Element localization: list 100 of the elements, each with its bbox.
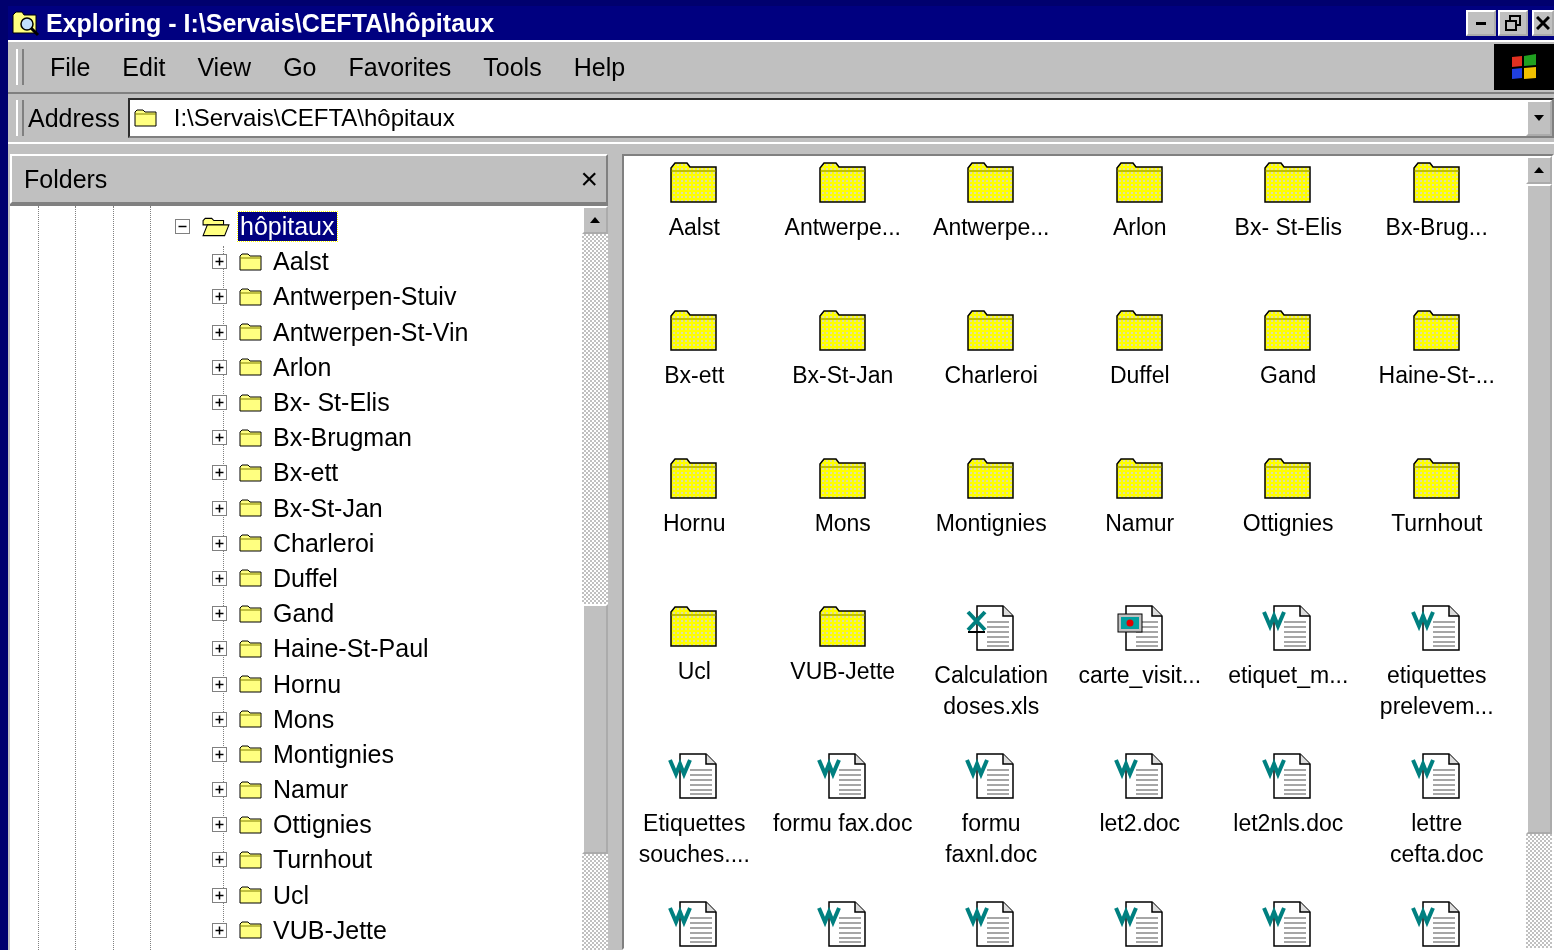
tree-item[interactable]: Hornu <box>271 669 344 699</box>
folder-item[interactable]: Bx- St-Elis <box>1214 160 1363 308</box>
folder-icon <box>239 427 263 448</box>
restore-button[interactable] <box>1498 10 1528 36</box>
tree-item[interactable]: Namur <box>271 775 350 805</box>
folder-item[interactable]: Namur <box>1065 456 1214 604</box>
expand-toggle[interactable] <box>212 641 227 657</box>
expand-toggle[interactable] <box>212 711 227 727</box>
tree-item[interactable]: Gand <box>271 599 337 629</box>
pane-title: Folders <box>24 164 108 194</box>
expand-toggle[interactable] <box>212 570 227 586</box>
expand-toggle[interactable] <box>212 500 227 516</box>
tree-item[interactable]: Ucl <box>271 880 312 910</box>
folder-item[interactable]: Mons <box>768 456 917 604</box>
folder-item[interactable]: Gand <box>1214 308 1363 456</box>
tree-item[interactable]: Haine-St-Paul <box>271 634 431 664</box>
document-item[interactable]: Etiquettes souches.... <box>624 752 769 900</box>
scroll-up-button[interactable] <box>1526 156 1552 184</box>
expand-toggle[interactable] <box>212 922 227 938</box>
document-item[interactable]: let2.doc <box>1065 752 1214 900</box>
menu-item[interactable]: Tools <box>473 52 552 82</box>
document-item[interactable]: formu fax.doc <box>768 752 917 900</box>
tree-item[interactable]: Ottignies <box>271 810 374 840</box>
folder-item[interactable]: VUB-Jette <box>768 604 917 752</box>
toolbar-grip[interactable] <box>16 49 24 85</box>
folder-icon <box>239 533 263 554</box>
folder-item[interactable]: Bx-St-Jan <box>768 308 917 456</box>
expand-toggle[interactable] <box>212 324 227 340</box>
tree-item[interactable]: VUB-Jette <box>271 915 389 945</box>
document-item[interactable]: lettre cefta.doc <box>1362 752 1511 900</box>
word-document-icon <box>1113 752 1166 800</box>
expand-toggle[interactable] <box>212 254 227 270</box>
scroll-thumb[interactable] <box>582 604 608 854</box>
collapse-toggle[interactable] <box>175 219 190 235</box>
expand-toggle[interactable] <box>212 465 227 481</box>
tree-item[interactable]: Bx-Brugman <box>271 423 414 453</box>
tree-item[interactable]: Duffel <box>271 563 340 593</box>
menu-item[interactable]: File <box>40 52 101 82</box>
folder-item[interactable]: Arlon <box>1065 160 1214 308</box>
document-item[interactable]: formu faxnl.doc <box>917 752 1066 900</box>
folder-item[interactable]: Antwerpe... <box>917 160 1066 308</box>
folder-item[interactable]: Aalst <box>624 160 769 308</box>
expand-toggle[interactable] <box>212 606 227 622</box>
tree-item[interactable]: Mons <box>271 704 337 734</box>
folder-item[interactable]: Antwerpe... <box>768 160 917 308</box>
close-button[interactable] <box>1532 10 1554 36</box>
folder-item[interactable]: Haine-St-... <box>1362 308 1511 456</box>
expand-toggle[interactable] <box>212 359 227 375</box>
minimize-button[interactable] <box>1466 10 1496 36</box>
tree-item[interactable]: Arlon <box>271 352 334 382</box>
tree-item[interactable]: Bx-ett <box>271 458 341 488</box>
folder-item[interactable]: Montignies <box>917 456 1066 604</box>
expand-toggle[interactable] <box>212 676 227 692</box>
folder-item[interactable]: Ottignies <box>1214 456 1363 604</box>
close-pane-button[interactable]: × <box>580 164 598 194</box>
document-item[interactable]: let2nls.doc <box>1214 752 1363 900</box>
folder-item[interactable]: Ucl <box>624 604 769 752</box>
folder-item[interactable]: Bx-ett <box>624 308 769 456</box>
expand-toggle[interactable] <box>212 782 227 798</box>
scrollbar[interactable] <box>1526 156 1552 948</box>
tree-item[interactable]: hôpitaux <box>238 212 337 242</box>
menu-item[interactable]: View <box>187 52 262 82</box>
tree-item[interactable]: Montignies <box>271 739 396 769</box>
expand-toggle[interactable] <box>212 395 227 411</box>
tree-item[interactable]: Antwerpen-St-Vin <box>271 317 471 347</box>
expand-toggle[interactable] <box>212 746 227 762</box>
scroll-up-button[interactable] <box>582 206 608 234</box>
expand-toggle[interactable] <box>212 535 227 551</box>
menu-item[interactable]: Favorites <box>338 52 462 82</box>
scroll-thumb[interactable] <box>1526 184 1552 834</box>
dropdown-button[interactable] <box>1526 100 1552 136</box>
folder-item[interactable]: Turnhout <box>1362 456 1511 604</box>
expand-toggle[interactable] <box>212 289 227 305</box>
tree-item[interactable]: Charleroi <box>271 528 377 558</box>
expand-toggle[interactable] <box>212 430 227 446</box>
tree-item[interactable]: Bx- St-Elis <box>271 388 392 418</box>
tree-item[interactable]: Turnhout <box>271 845 375 875</box>
document-item[interactable]: Calculation doses.xls <box>917 604 1066 752</box>
tree-item[interactable]: Bx-St-Jan <box>271 493 385 523</box>
folder-item[interactable]: Duffel <box>1065 308 1214 456</box>
folder-item[interactable]: Hornu <box>624 456 769 604</box>
menu-item[interactable]: Go <box>273 52 327 82</box>
tree-item[interactable]: Antwerpen-Stuiv <box>271 282 459 312</box>
toolbar-grip[interactable] <box>16 100 24 136</box>
folder-icon <box>1263 456 1314 500</box>
folder-icon <box>239 568 263 589</box>
scrollbar[interactable] <box>582 206 608 950</box>
document-item[interactable]: etiquettes prelevem... <box>1362 604 1511 752</box>
address-field[interactable]: I:\Servais\CEFTA\hôpitaux <box>127 98 1554 138</box>
document-item[interactable]: etiquet_m... <box>1214 604 1363 752</box>
expand-toggle[interactable] <box>212 887 227 903</box>
expand-toggle[interactable] <box>212 817 227 833</box>
tree-item[interactable]: Aalst <box>271 247 331 277</box>
menu-item[interactable]: Edit <box>112 52 176 82</box>
expand-toggle[interactable] <box>212 852 227 868</box>
folder-item[interactable]: Charleroi <box>917 308 1066 456</box>
document-item[interactable]: carte_visit... <box>1065 604 1214 752</box>
folder-item[interactable]: Bx-Brug... <box>1362 160 1511 308</box>
folder-icon <box>966 308 1017 352</box>
menu-item[interactable]: Help <box>563 52 636 82</box>
